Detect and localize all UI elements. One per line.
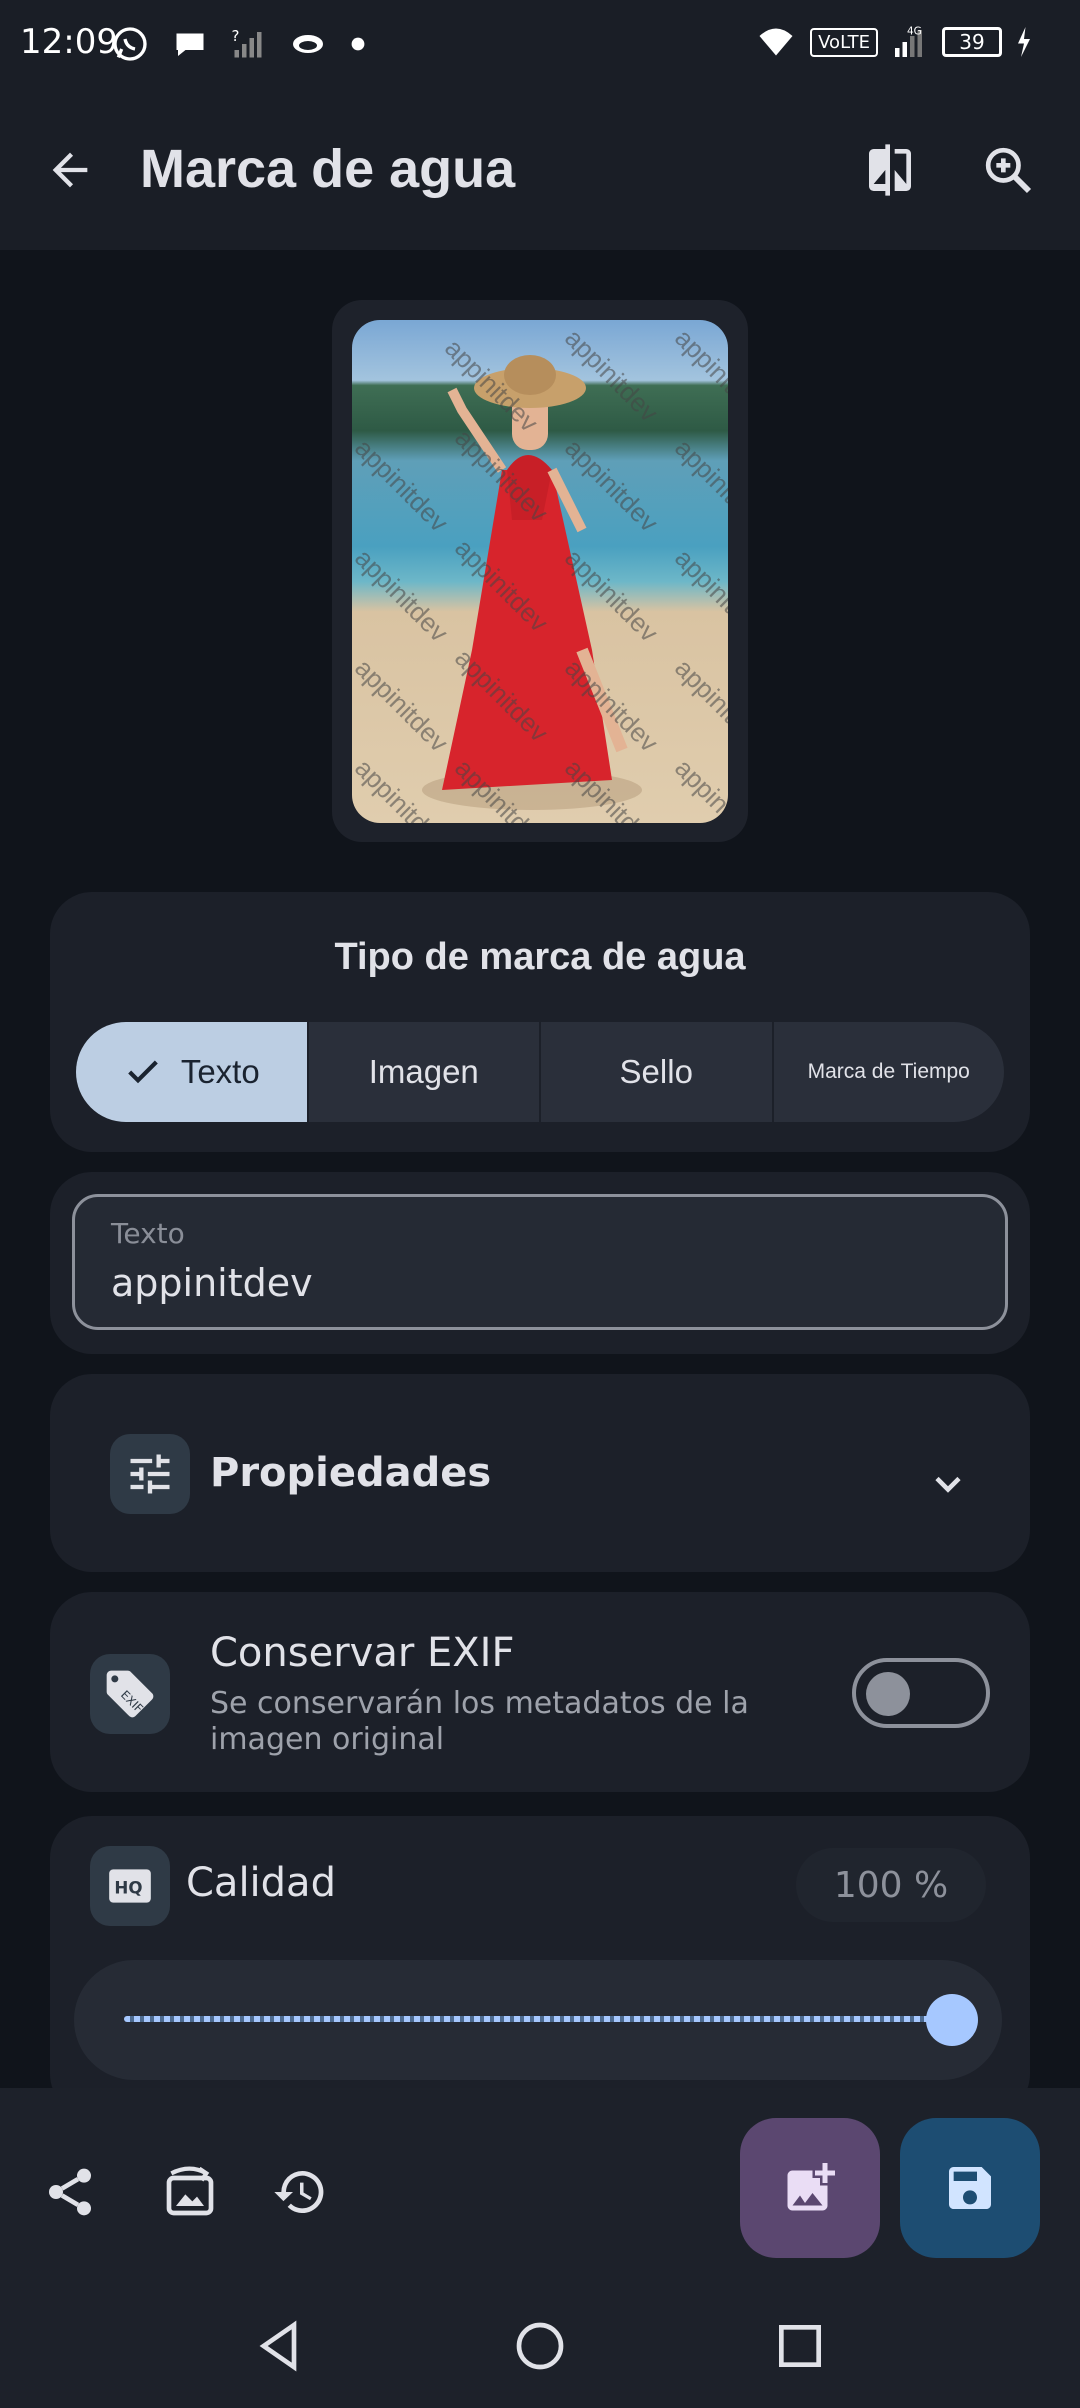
slider-track (124, 2016, 954, 2022)
system-icons: VoLTE 4G 39 (756, 24, 1032, 60)
segment-timestamp-label: Marca de Tiempo (807, 1060, 970, 1083)
system-nav-bar (0, 2288, 1080, 2408)
properties-card[interactable]: Propiedades (50, 1374, 1030, 1572)
svg-text:?: ? (232, 27, 240, 45)
quality-card: HQ Calidad 100 % (50, 1816, 1030, 2116)
volte-badge: VoLTE (810, 27, 878, 57)
quality-slider[interactable] (74, 1960, 1002, 2080)
exif-card: EXIF Conservar EXIF Se conservarán los m… (50, 1592, 1030, 1792)
arrow-back-icon[interactable] (44, 144, 96, 196)
chevron-down-icon[interactable] (926, 1462, 970, 1506)
charging-icon (1018, 27, 1030, 57)
zoom-in-icon[interactable] (980, 142, 1036, 198)
text-field-card: Texto appinitdev (50, 1172, 1030, 1354)
watermark-text-field[interactable]: Texto appinitdev (72, 1194, 1008, 1330)
text-field-value[interactable]: appinitdev (111, 1261, 313, 1305)
svg-text:HQ: HQ (114, 1878, 142, 1897)
nav-recents-icon[interactable] (772, 2318, 828, 2374)
text-field-label: Texto (111, 1217, 185, 1250)
nav-home-icon[interactable] (512, 2318, 568, 2374)
signal-icon: 4G (895, 26, 922, 57)
segment-stamp[interactable]: Sello (541, 1022, 774, 1122)
nav-back-icon[interactable] (252, 2318, 308, 2374)
tag-icon: EXIF (106, 1670, 154, 1718)
exif-toggle[interactable] (852, 1658, 990, 1728)
preview-image[interactable]: appinitdev appinitdev appinitdev appinit… (352, 320, 728, 823)
segment-stamp-label: Sello (619, 1053, 693, 1090)
exif-subtitle: Se conservarán los metadatos de la image… (210, 1686, 749, 1757)
bottom-action-bar (0, 2088, 1080, 2288)
notification-icons: ? (110, 24, 366, 64)
compare-icon[interactable] (862, 142, 918, 198)
eye-icon (293, 35, 323, 53)
image-reset-icon[interactable] (162, 2164, 218, 2220)
svg-text:4G: 4G (907, 26, 922, 38)
check-icon (128, 1060, 158, 1084)
history-icon[interactable] (272, 2164, 328, 2220)
segment-timestamp[interactable]: Marca de Tiempo (774, 1022, 1005, 1122)
page-title: Marca de agua (140, 139, 516, 199)
tune-icon (130, 1454, 170, 1494)
segment-text-label: Texto (180, 1053, 260, 1090)
properties-icon-box (110, 1434, 190, 1514)
watermark-type-selector: Texto Imagen Sello Marca de Tiempo (76, 1022, 1004, 1122)
watermark-type-card: Tipo de marca de agua Texto Imagen Sello… (50, 892, 1030, 1152)
whatsapp-icon (113, 27, 147, 61)
segment-image-label: Imagen (368, 1053, 479, 1090)
segment-image[interactable]: Imagen (309, 1022, 541, 1122)
exif-title: Conservar EXIF (210, 1630, 515, 1676)
photo-illustration (422, 355, 642, 810)
segment-text[interactable]: Texto (76, 1022, 309, 1122)
save-icon (949, 2167, 991, 2209)
add-image-button[interactable] (740, 2118, 880, 2258)
quality-label: Calidad (186, 1860, 336, 1906)
watermark-type-title: Tipo de marca de agua (334, 936, 746, 978)
hq-icon: HQ (109, 1869, 151, 1903)
toggle-knob (866, 1672, 910, 1716)
battery-indicator: 39 (942, 27, 1002, 57)
properties-label: Propiedades (210, 1450, 492, 1496)
add-photo-icon (787, 2163, 835, 2211)
quality-icon-box: HQ (90, 1846, 170, 1926)
slider-thumb[interactable] (926, 1994, 978, 2046)
save-button[interactable] (900, 2118, 1040, 2258)
status-time: 12:09 (20, 22, 118, 62)
dot-icon (351, 37, 365, 51)
quality-value[interactable]: 100 % (796, 1848, 986, 1922)
chat-icon (176, 33, 204, 56)
top-app-bar: Marca de agua (0, 90, 1080, 250)
status-bar: 12:09 ? VoLTE 4G 39 (0, 0, 1080, 90)
share-icon[interactable] (42, 2164, 98, 2220)
exif-icon-box: EXIF (90, 1654, 170, 1734)
wifi-icon (759, 28, 793, 56)
no-signal-icon: ? (232, 27, 262, 58)
